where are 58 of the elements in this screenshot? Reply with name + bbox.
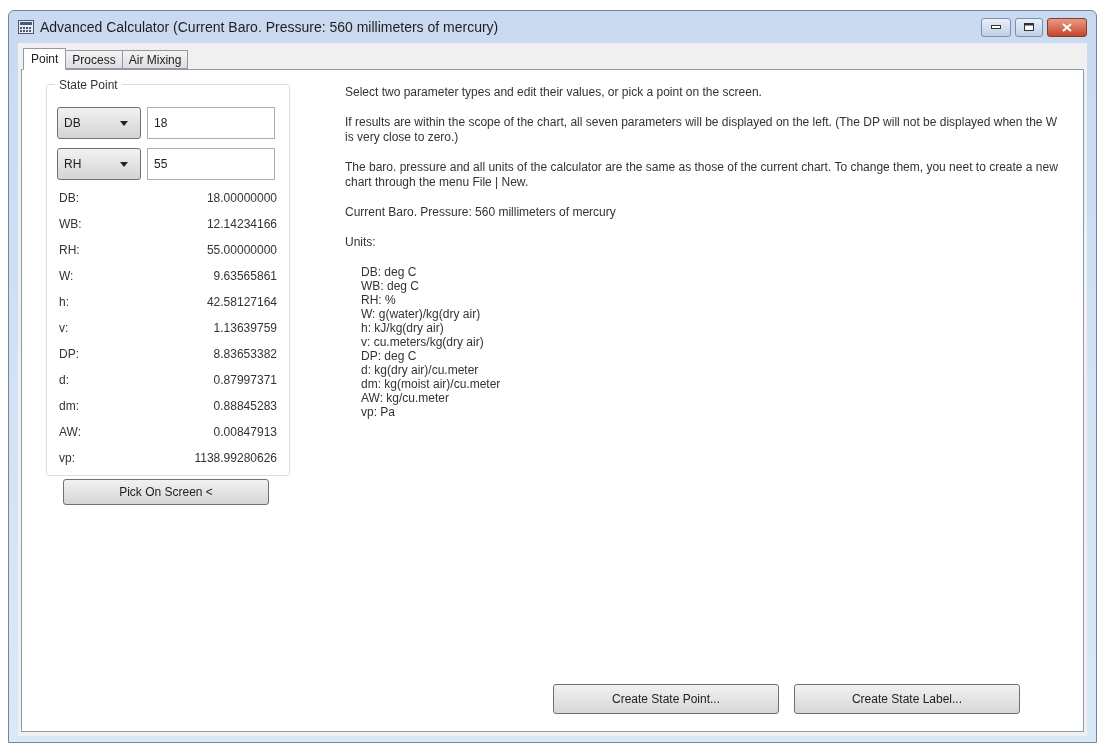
unit-text: AW: kg/cu.meter xyxy=(361,391,451,405)
unit-text: dm: kg(moist air)/cu.meter xyxy=(361,377,502,391)
parameter-dropdown[interactable]: DB xyxy=(57,107,141,139)
parameter-value: 55.00000000 xyxy=(206,242,277,259)
maximize-icon xyxy=(1024,23,1034,31)
parameter-label: WB: xyxy=(59,216,82,233)
parameter-value: 1.13639759 xyxy=(213,320,277,337)
caret-icon xyxy=(120,120,128,126)
action-button[interactable]: Create State Point... xyxy=(553,684,779,714)
instruction-text: The baro. pressure and all units of the calculator are the same as those of the current chart. To change them, you neet to create a new chart through the menu File | New. xyxy=(345,160,1059,190)
parameter-label: vp: xyxy=(59,450,75,467)
instruction-text: Units: xyxy=(345,235,377,250)
parameter-label: AW: xyxy=(59,424,81,441)
parameter-value: 0.87997371 xyxy=(213,372,277,389)
unit-text: d: kg(dry air)/cu.meter xyxy=(361,363,480,377)
parameter-label: W: xyxy=(59,268,74,285)
unit-text: DP: deg C xyxy=(361,349,418,363)
pick-on-screen-button[interactable]: Pick On Screen < xyxy=(63,479,269,505)
instruction-text: Select two parameter types and edit their values, or pick a point on the screen. xyxy=(345,85,763,100)
unit-text: DB: deg C xyxy=(361,265,418,279)
tab[interactable]: Point xyxy=(23,48,67,70)
action-button[interactable]: Create State Label... xyxy=(794,684,1020,714)
close-icon xyxy=(1062,22,1072,32)
close-button[interactable] xyxy=(1047,17,1087,37)
parameter-value: 0.88845283 xyxy=(213,398,277,415)
parameter-dropdown[interactable]: RH xyxy=(57,148,141,180)
minimize-icon xyxy=(991,25,1001,29)
parameter-label: v: xyxy=(59,320,69,337)
unit-text: h: kJ/kg(dry air) xyxy=(361,321,445,335)
unit-text: RH: % xyxy=(361,293,397,307)
parameter-label: DB: xyxy=(59,190,79,207)
tab[interactable]: Air Mixing xyxy=(122,50,189,69)
value-field[interactable]: 18 xyxy=(147,107,275,139)
minimize-button[interactable] xyxy=(981,17,1011,37)
tab[interactable]: Process xyxy=(66,50,123,69)
parameter-value: 0.00847913 xyxy=(213,424,277,441)
parameter-value: 1138.99280626 xyxy=(194,450,277,467)
calculator-icon xyxy=(18,20,34,34)
unit-text: v: cu.meters/kg(dry air) xyxy=(361,335,485,349)
parameter-label: dm: xyxy=(59,398,79,415)
unit-text: W: g(water)/kg(dry air) xyxy=(361,307,482,321)
caret-icon xyxy=(120,161,128,167)
value-field[interactable]: 55 xyxy=(147,148,275,180)
unit-text: WB: deg C xyxy=(361,279,421,293)
parameter-value: 42.58127164 xyxy=(206,294,277,311)
parameter-value: 9.63565861 xyxy=(213,268,277,285)
instruction-text: If results are within the scope of the chart, all seven parameters will be displayed on the left. (The DP will not be displayed when the W is very close to zero.) xyxy=(345,115,1059,145)
parameter-label: RH: xyxy=(59,242,80,259)
parameter-value: 12.14234166 xyxy=(206,216,277,233)
parameter-label: DP: xyxy=(59,346,79,363)
maximize-button[interactable] xyxy=(1015,17,1043,37)
instruction-text: Current Baro. Pressure: 560 millimeters of mercury xyxy=(345,205,617,220)
parameter-label: d: xyxy=(59,372,69,389)
parameter-value: 18.00000000 xyxy=(206,190,277,207)
window-title: Advanced Calculator (Current Baro. Pressure: 560 millimeters of mercury) xyxy=(40,17,499,37)
parameter-label: h: xyxy=(59,294,69,311)
parameter-value: 8.83653382 xyxy=(213,346,277,363)
unit-text: vp: Pa xyxy=(361,405,397,419)
